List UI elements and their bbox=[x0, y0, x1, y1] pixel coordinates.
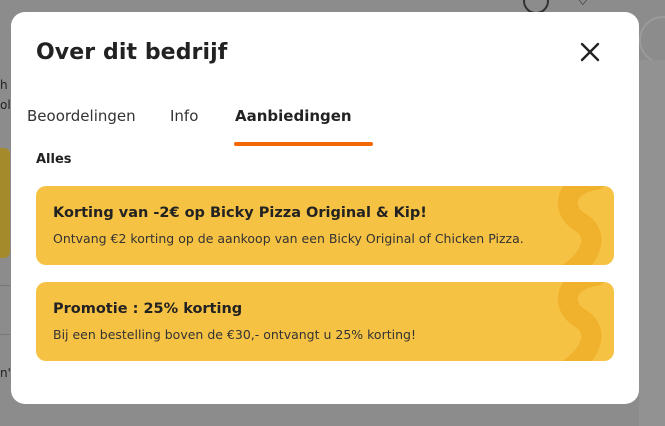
background-divider bbox=[0, 334, 10, 335]
close-button[interactable] bbox=[576, 38, 604, 66]
filter-label-alles[interactable]: Alles bbox=[36, 152, 72, 167]
heart-icon: ♡ bbox=[573, 0, 595, 10]
squiggle-decoration bbox=[557, 186, 604, 265]
tab-beoordelingen[interactable]: Beoordelingen bbox=[27, 104, 136, 142]
offer-card[interactable]: Korting van -2€ op Bicky Pizza Original … bbox=[36, 186, 614, 265]
close-icon bbox=[580, 42, 600, 62]
background-text-fragment: ol bbox=[0, 98, 11, 112]
offer-title: Promotie : 25% korting bbox=[53, 301, 243, 317]
offer-card[interactable]: Promotie : 25% korting Bij een bestellin… bbox=[36, 282, 614, 361]
tab-info[interactable]: Info bbox=[170, 104, 198, 142]
offer-title: Korting van -2€ op Bicky Pizza Original … bbox=[53, 205, 427, 221]
squiggle-decoration bbox=[557, 282, 604, 361]
background-text-fragment: h bbox=[0, 78, 8, 92]
background-side-panel bbox=[639, 60, 665, 426]
offer-description: Bij een bestelling boven de €30,- ontvan… bbox=[53, 327, 416, 342]
background-round-button bbox=[639, 16, 665, 64]
about-business-modal: Over dit bedrijf Beoordelingen Info Aanb… bbox=[11, 12, 639, 404]
active-tab-indicator bbox=[234, 142, 373, 146]
background-divider bbox=[0, 285, 10, 286]
modal-title: Over dit bedrijf bbox=[36, 40, 228, 65]
offer-description: Ontvang €2 korting op de aankoop van een… bbox=[53, 231, 524, 246]
tab-aanbiedingen[interactable]: Aanbiedingen bbox=[235, 104, 352, 142]
background-card bbox=[0, 148, 10, 258]
